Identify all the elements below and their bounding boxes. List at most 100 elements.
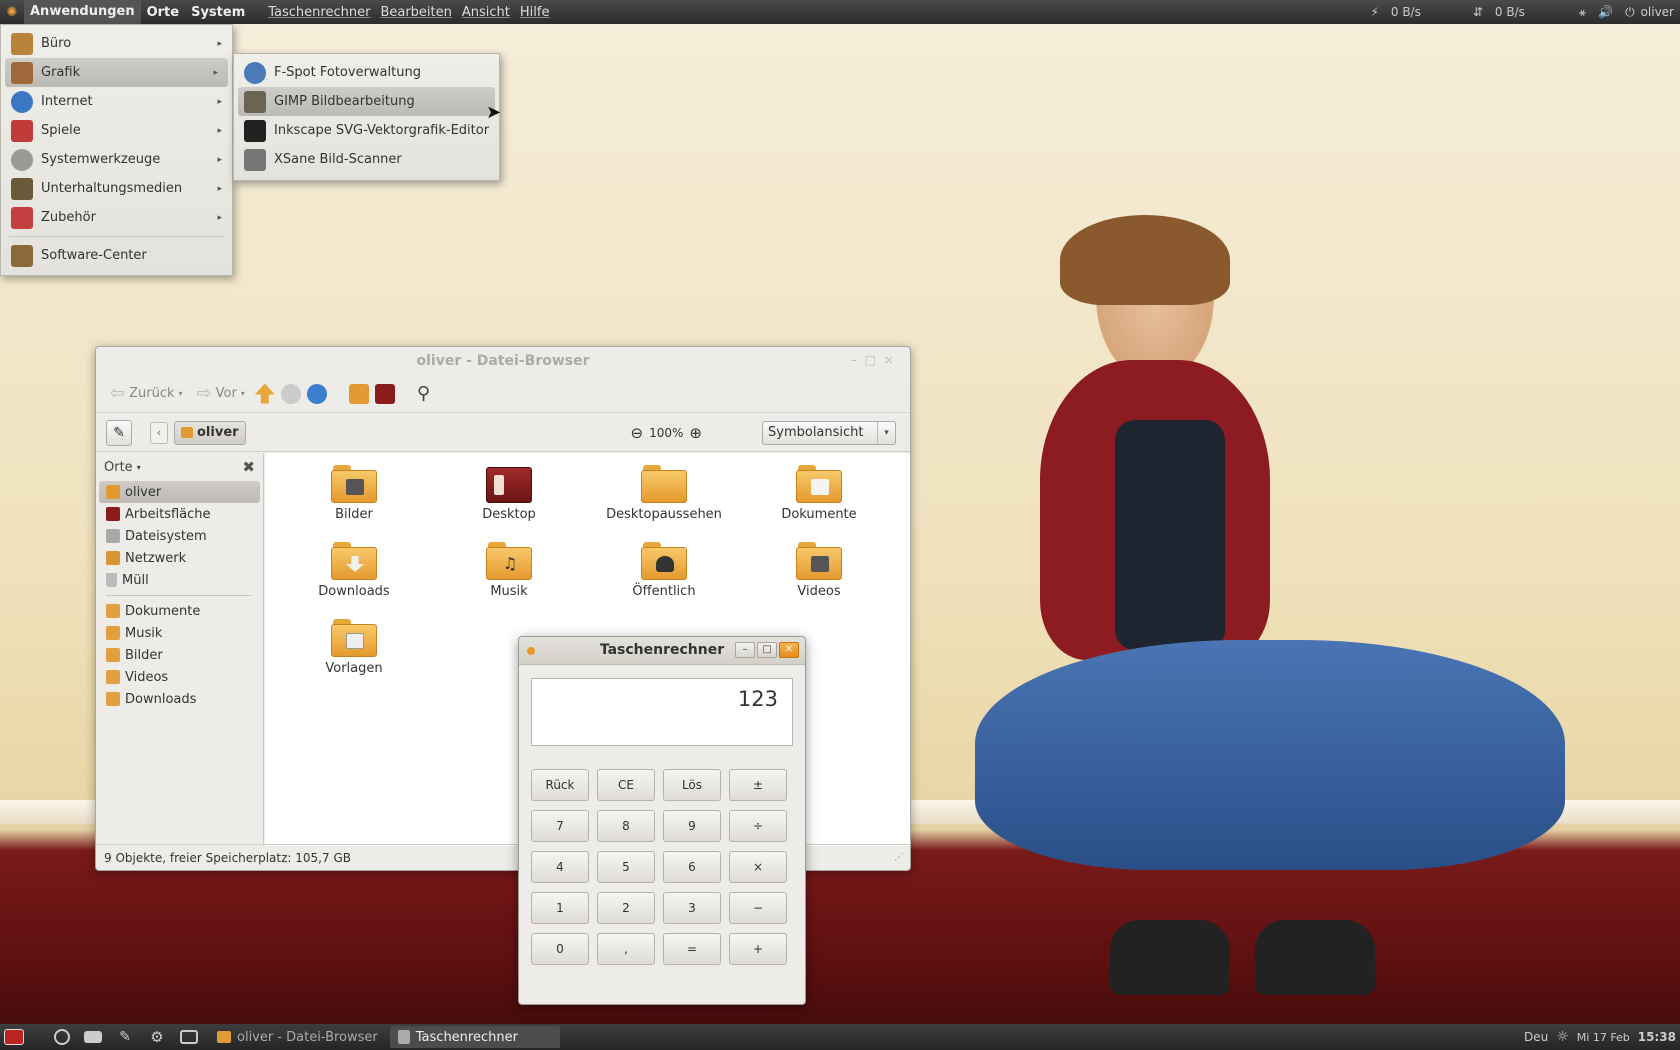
sidebar-item-filesystem[interactable]: Dateisystem <box>96 525 263 547</box>
maximize-button[interactable]: □ <box>757 642 777 658</box>
computer-icon[interactable] <box>374 383 395 404</box>
calc-button-digit-7[interactable]: 7 <box>531 810 589 842</box>
calc-button-add[interactable]: + <box>729 933 787 965</box>
sidebar-item-network[interactable]: Netzwerk <box>96 547 263 569</box>
calc-button-digit-0[interactable]: 0 <box>531 933 589 965</box>
sidebar-item-home[interactable]: oliver <box>99 481 260 503</box>
calc-button-clear[interactable]: Lös <box>663 769 721 801</box>
file-item[interactable]: Videos <box>754 542 884 599</box>
sidebar-item-documents[interactable]: Dokumente <box>96 600 263 622</box>
date[interactable]: Mi 17 Feb <box>1577 1031 1630 1044</box>
menu-item-office[interactable]: Büro ▸ <box>1 29 232 58</box>
sidebar-header[interactable]: Orte ▾ ✖ <box>96 453 263 481</box>
view-mode-select[interactable]: Symbolansicht ▾ <box>762 421 896 445</box>
stop-icon[interactable] <box>280 383 301 404</box>
network-icon[interactable]: ⚡ <box>1370 5 1378 19</box>
sidebar-item-downloads[interactable]: Downloads <box>96 688 263 710</box>
mail-icon[interactable] <box>84 1031 102 1043</box>
calc-button-backspace[interactable]: Rück <box>531 769 589 801</box>
sidebar-item-videos[interactable]: Videos <box>96 666 263 688</box>
calc-button-clear-entry[interactable]: CE <box>597 769 655 801</box>
crumb-back-button[interactable]: ‹ <box>150 421 168 444</box>
file-item[interactable]: Bilder <box>289 465 419 522</box>
taskbar-item-calculator[interactable]: Taschenrechner <box>389 1026 560 1048</box>
search-icon[interactable]: ⚲ <box>417 383 430 404</box>
gear-icon[interactable]: ⚙ <box>148 1029 166 1045</box>
taskbar-item-file-browser[interactable]: oliver - Datei-Browser <box>209 1026 386 1048</box>
files-icon[interactable] <box>180 1030 198 1044</box>
ubuntu-logo-icon[interactable]: ✺ <box>0 5 24 20</box>
power-icon[interactable]: ⏻ <box>1625 5 1635 20</box>
chromium-icon[interactable] <box>54 1029 70 1045</box>
menu-places[interactable]: Orte <box>141 5 186 20</box>
appmenu-calculator[interactable]: Taschenrechner <box>263 5 375 20</box>
file-item[interactable]: Dokumente <box>754 465 884 522</box>
calc-button-multiply[interactable]: × <box>729 851 787 883</box>
reload-icon[interactable] <box>306 383 327 404</box>
file-item[interactable]: Öffentlich <box>599 542 729 599</box>
user-name[interactable]: oliver <box>1641 5 1674 19</box>
calc-button-digit-4[interactable]: 4 <box>531 851 589 883</box>
calc-button-digit-1[interactable]: 1 <box>531 892 589 924</box>
close-sidebar-icon[interactable]: ✖ <box>242 458 255 476</box>
back-button[interactable]: ⇦ Zurück ▾ <box>106 383 187 404</box>
menu-applications[interactable]: Anwendungen <box>24 0 141 24</box>
zoom-in-icon[interactable]: ⊕ <box>689 424 702 442</box>
forward-button[interactable]: ⇨ Vor ▾ <box>193 383 249 404</box>
weather-icon[interactable]: ☼ <box>1556 1029 1569 1045</box>
sidebar-item-trash[interactable]: Müll <box>96 569 263 591</box>
menu-item-accessories[interactable]: Zubehör ▸ <box>1 203 232 232</box>
calc-button-digit-9[interactable]: 9 <box>663 810 721 842</box>
menu-item-games[interactable]: Spiele ▸ <box>1 116 232 145</box>
clock[interactable]: 15:38 <box>1638 1030 1676 1044</box>
menu-item-fspot[interactable]: F-Spot Fotoverwaltung <box>234 58 499 87</box>
menu-item-system-tools[interactable]: Systemwerkzeuge ▸ <box>1 145 232 174</box>
edit-location-button[interactable]: ✎ <box>106 419 132 446</box>
file-item[interactable]: Desktopaussehen <box>599 465 729 522</box>
file-item[interactable]: Downloads <box>289 542 419 599</box>
calc-button-digit-3[interactable]: 3 <box>663 892 721 924</box>
tools-icon[interactable]: ✎ <box>116 1029 134 1045</box>
sidebar-item-pictures[interactable]: Bilder <box>96 644 263 666</box>
sidebar-item-desktop[interactable]: Arbeitsfläche <box>96 503 263 525</box>
calc-button-digit-6[interactable]: 6 <box>663 851 721 883</box>
breadcrumb-home[interactable]: oliver <box>174 420 246 445</box>
menu-item-inkscape[interactable]: Inkscape SVG-Vektorgrafik-Editor <box>234 116 499 145</box>
file-item[interactable]: Vorlagen <box>289 619 419 676</box>
minimize-button[interactable]: – <box>735 642 755 658</box>
sidebar-item-music[interactable]: Musik <box>96 622 263 644</box>
calc-button-equals[interactable]: = <box>663 933 721 965</box>
appmenu-view[interactable]: Ansicht <box>457 5 515 20</box>
window-menu-icon[interactable] <box>527 647 535 655</box>
menu-item-xsane[interactable]: XSane Bild-Scanner <box>234 145 499 174</box>
up-icon[interactable] <box>254 383 275 404</box>
calc-button-divide[interactable]: ÷ <box>729 810 787 842</box>
volume-icon[interactable]: 🔊 <box>1598 5 1613 19</box>
calc-button-decimal[interactable]: , <box>597 933 655 965</box>
calc-button-digit-2[interactable]: 2 <box>597 892 655 924</box>
menu-system[interactable]: System <box>185 5 251 20</box>
calculator-display[interactable]: 123 <box>531 678 793 746</box>
menu-item-gimp[interactable]: GIMP Bildbearbeitung <box>238 87 495 116</box>
folder-downloads-icon <box>331 542 377 580</box>
menu-item-multimedia[interactable]: Unterhaltungsmedien ▸ <box>1 174 232 203</box>
menu-item-software-center[interactable]: Software-Center <box>1 241 232 270</box>
menu-item-internet[interactable]: Internet ▸ <box>1 87 232 116</box>
file-item[interactable]: ♫ Musik <box>444 542 574 599</box>
home-icon[interactable] <box>348 383 369 404</box>
appmenu-edit[interactable]: Bearbeiten <box>375 5 456 20</box>
calc-button-plus-minus[interactable]: ± <box>729 769 787 801</box>
menu-item-graphics[interactable]: Grafik ▸ <box>5 58 228 87</box>
calc-button-digit-8[interactable]: 8 <box>597 810 655 842</box>
calc-button-digit-5[interactable]: 5 <box>597 851 655 883</box>
show-desktop-icon[interactable] <box>4 1029 24 1045</box>
resize-grip-icon[interactable]: ⋰ <box>894 845 904 871</box>
network-manager-icon[interactable]: ⚹ <box>1579 5 1586 20</box>
zoom-out-icon[interactable]: ⊖ <box>631 424 644 442</box>
appmenu-help[interactable]: Hilfe <box>515 5 555 20</box>
calc-button-subtract[interactable]: − <box>729 892 787 924</box>
window-controls[interactable]: –□× <box>851 353 902 367</box>
file-item[interactable]: Desktop <box>444 465 574 522</box>
keyboard-layout[interactable]: Deu <box>1524 1030 1548 1044</box>
close-button[interactable]: ✕ <box>779 642 799 658</box>
